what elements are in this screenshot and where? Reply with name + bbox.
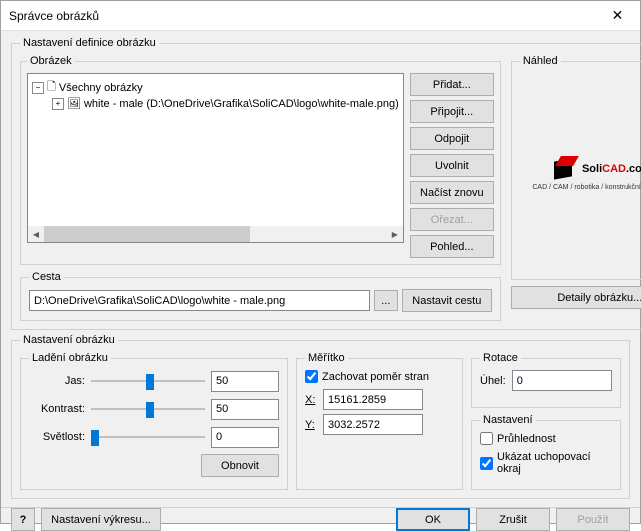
release-button[interactable]: Uvolnit bbox=[410, 154, 494, 177]
reset-button[interactable]: Obnovit bbox=[201, 454, 279, 477]
footer: ? Nastavení výkresu... OK Zrušit Použít bbox=[1, 507, 640, 531]
brightness-label: Jas: bbox=[29, 375, 85, 387]
folder-icon: 🗋 bbox=[47, 78, 56, 97]
scale-legend: Měřítko bbox=[305, 352, 348, 364]
details-button[interactable]: Detaily obrázku... bbox=[511, 286, 641, 309]
settings-legend: Nastavení obrázku bbox=[20, 334, 118, 346]
fade-label: Světlost: bbox=[29, 431, 85, 443]
logo-part3: .com bbox=[626, 163, 641, 175]
contrast-slider[interactable] bbox=[91, 399, 205, 419]
browse-button[interactable]: ... bbox=[374, 290, 398, 311]
dialog-window: Správce obrázků ✕ Nastavení definice obr… bbox=[0, 0, 641, 524]
cancel-button[interactable]: Zrušit bbox=[476, 508, 550, 531]
brightness-input[interactable] bbox=[211, 371, 279, 392]
angle-label: Úhel: bbox=[480, 375, 506, 387]
scroll-right-icon[interactable]: ▶ bbox=[387, 226, 403, 242]
ok-button[interactable]: OK bbox=[396, 508, 470, 531]
settings-group: Nastavení obrázku Ladění obrázku Jas: Ko… bbox=[11, 334, 630, 499]
scale-y-input[interactable] bbox=[323, 414, 423, 435]
show-grip-checkbox[interactable] bbox=[480, 457, 493, 470]
drawing-settings-button[interactable]: Nastavení výkresu... bbox=[41, 508, 161, 531]
path-group: Cesta ... Nastavit cestu bbox=[20, 271, 501, 321]
crop-button: Ořezat... bbox=[410, 208, 494, 231]
scroll-left-icon[interactable]: ◀ bbox=[28, 226, 44, 242]
preview-group: Náhled SoliCAD.com CAD / CAM / robotika … bbox=[511, 55, 641, 280]
cube-icon bbox=[550, 154, 578, 182]
image-group: Obrázek − 🗋 Všechny obrázky + bbox=[20, 55, 501, 265]
tune-group: Ladění obrázku Jas: Kontrast: Světlost: bbox=[20, 352, 288, 490]
preview-legend: Náhled bbox=[520, 55, 561, 67]
fade-slider[interactable] bbox=[91, 427, 205, 447]
apply-button: Použít bbox=[556, 508, 630, 531]
tree-root-label: Všechny obrázky bbox=[59, 82, 143, 94]
rotation-group: Rotace Úhel: bbox=[471, 352, 621, 408]
expand-icon[interactable]: + bbox=[52, 98, 64, 110]
contrast-input[interactable] bbox=[211, 399, 279, 420]
view-button[interactable]: Pohled... bbox=[410, 235, 494, 258]
close-button[interactable]: ✕ bbox=[595, 1, 640, 31]
brightness-slider[interactable] bbox=[91, 371, 205, 391]
x-label: X: bbox=[305, 394, 319, 406]
tune-legend: Ladění obrázku bbox=[29, 352, 111, 364]
add-button[interactable]: Přidat... bbox=[410, 73, 494, 96]
collapse-icon[interactable]: − bbox=[32, 82, 44, 94]
window-title: Správce obrázků bbox=[1, 9, 99, 23]
options-legend: Nastavení bbox=[480, 414, 536, 426]
definition-legend: Nastavení definice obrázku bbox=[20, 37, 159, 49]
keep-ratio-checkbox[interactable] bbox=[305, 370, 318, 383]
fade-input[interactable] bbox=[211, 427, 279, 448]
titlebar: Správce obrázků ✕ bbox=[1, 1, 640, 31]
image-legend: Obrázek bbox=[27, 55, 75, 67]
logo-text: SoliCAD.com bbox=[582, 159, 641, 177]
help-button[interactable]: ? bbox=[11, 508, 35, 531]
logo-part2: CAD bbox=[602, 163, 626, 175]
h-scrollbar[interactable]: ◀ ▶ bbox=[28, 226, 403, 242]
path-legend: Cesta bbox=[29, 271, 64, 283]
scale-x-input[interactable] bbox=[323, 389, 423, 410]
detach-button[interactable]: Odpojit bbox=[410, 127, 494, 150]
logo-part1: Soli bbox=[582, 163, 602, 175]
preview-box: SoliCAD.com CAD / CAM / robotika / konst… bbox=[520, 73, 641, 271]
image-tree[interactable]: − 🗋 Všechny obrázky + 🖼 white - male (D:… bbox=[27, 73, 404, 243]
attach-button[interactable]: Připojit... bbox=[410, 100, 494, 123]
transparency-checkbox[interactable] bbox=[480, 432, 493, 445]
logo-image: SoliCAD.com CAD / CAM / robotika / konst… bbox=[532, 154, 641, 191]
logo-subtitle: CAD / CAM / robotika / konstrukční kance… bbox=[532, 184, 641, 191]
definition-group: Nastavení definice obrázku Obrázek − 🗋 V… bbox=[11, 37, 641, 330]
set-path-button[interactable]: Nastavit cestu bbox=[402, 289, 492, 312]
rotation-legend: Rotace bbox=[480, 352, 521, 364]
keep-ratio-label: Zachovat poměr stran bbox=[322, 371, 429, 383]
tree-item[interactable]: + 🖼 white - male (D:\OneDrive\Grafika\So… bbox=[52, 97, 399, 110]
tree-root[interactable]: − 🗋 Všechny obrázky bbox=[32, 78, 399, 97]
transparency-label: Průhlednost bbox=[497, 433, 556, 445]
contrast-label: Kontrast: bbox=[29, 403, 85, 415]
angle-input[interactable] bbox=[512, 370, 612, 391]
path-input[interactable] bbox=[29, 290, 370, 311]
scroll-thumb[interactable] bbox=[44, 226, 250, 242]
image-icon: 🖼 bbox=[67, 97, 81, 110]
y-label: Y: bbox=[305, 419, 319, 431]
scroll-track[interactable] bbox=[44, 226, 387, 242]
tree-item-label: white - male (D:\OneDrive\Grafika\SoliCA… bbox=[84, 98, 399, 110]
options-group: Nastavení Průhlednost Ukázat uchopovací … bbox=[471, 414, 621, 490]
reload-button[interactable]: Načíst znovu bbox=[410, 181, 494, 204]
show-grip-label: Ukázat uchopovací okraj bbox=[497, 451, 612, 475]
scale-group: Měřítko Zachovat poměr stran X: Y: bbox=[296, 352, 463, 490]
